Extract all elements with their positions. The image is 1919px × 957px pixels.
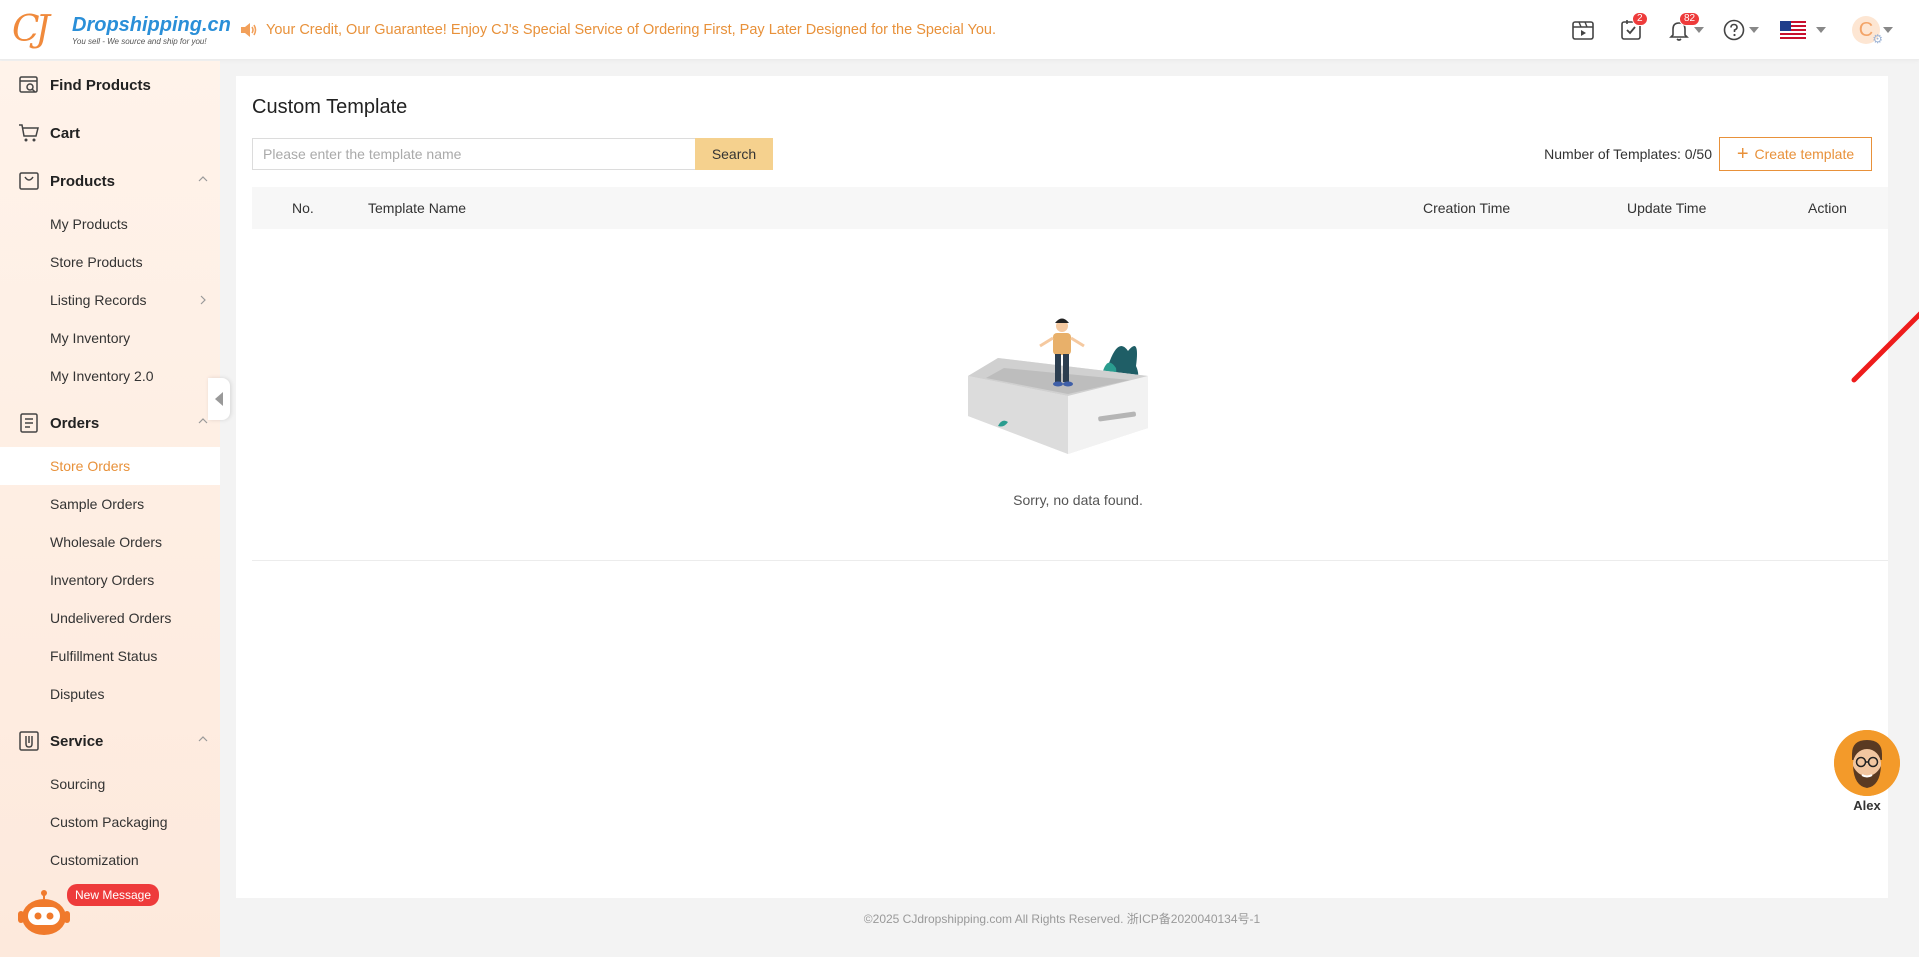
sidebar-group-products[interactable]: Products bbox=[0, 157, 220, 205]
sidebar-group-label: Find Products bbox=[50, 76, 151, 94]
logo-mark: CJ bbox=[12, 9, 50, 50]
sidebar-group-find-products[interactable]: Find Products bbox=[0, 61, 220, 109]
products-icon bbox=[19, 172, 39, 190]
sidebar-item-sample-orders[interactable]: Sample Orders bbox=[0, 485, 220, 523]
search-button[interactable]: Search bbox=[695, 138, 773, 170]
sidebar-item-disputes[interactable]: Disputes bbox=[0, 675, 220, 713]
chevron-down-icon bbox=[1694, 27, 1704, 33]
logo-slogan: You sell - We source and ship for you! bbox=[72, 37, 207, 46]
sidebar-group-label: Products bbox=[50, 172, 116, 190]
template-search-input[interactable] bbox=[252, 138, 695, 170]
announcement-text: Your Credit, Our Guarantee! Enjoy CJ's S… bbox=[266, 22, 997, 38]
sidebar-item-store-products[interactable]: Store Products bbox=[0, 243, 220, 281]
sidebar-group-label: Cart bbox=[50, 124, 81, 142]
new-message-badge[interactable]: New Message bbox=[67, 884, 160, 906]
tasks-button[interactable]: 2 bbox=[1619, 12, 1648, 44]
gear-icon: ⚙ bbox=[1872, 32, 1883, 46]
chevron-up-icon bbox=[198, 736, 208, 742]
page-title: Custom Template bbox=[252, 96, 408, 118]
language-selector[interactable] bbox=[1780, 16, 1826, 44]
help-button[interactable] bbox=[1722, 16, 1759, 44]
table-bottom-divider bbox=[252, 560, 1888, 561]
chevron-up-icon bbox=[198, 176, 208, 182]
avatar-initial: C bbox=[1858, 19, 1874, 41]
sidebar-group-cart[interactable]: Cart bbox=[0, 109, 220, 157]
create-template-button[interactable]: + Create template bbox=[1719, 137, 1872, 171]
user-menu[interactable]: C ⚙ bbox=[1852, 16, 1893, 46]
sidebar-group-service[interactable]: Service bbox=[0, 717, 220, 765]
assistant-name: Alex bbox=[1853, 798, 1881, 813]
sidebar-item-customization[interactable]: Customization bbox=[0, 841, 220, 879]
assistant-avatar bbox=[1834, 730, 1900, 796]
video-icon bbox=[1572, 21, 1594, 40]
service-icon bbox=[19, 731, 39, 751]
sidebar-item-inventory-orders[interactable]: Inventory Orders bbox=[0, 561, 220, 599]
cart-icon bbox=[19, 124, 39, 142]
sidebar-group-orders[interactable]: Orders bbox=[0, 399, 220, 447]
collapse-arrow-icon bbox=[215, 392, 223, 406]
sidebar-item-undelivered-orders[interactable]: Undelivered Orders bbox=[0, 599, 220, 637]
sidebar-group-label: Orders bbox=[50, 414, 100, 432]
cj-logo[interactable]: CJ Dropshipping.cn You sell - We source … bbox=[12, 9, 231, 52]
sidebar-item-fulfillment-status[interactable]: Fulfillment Status bbox=[0, 637, 220, 675]
table-header: No. Template Name Creation Time Update T… bbox=[252, 187, 1888, 229]
tasks-badge: 2 bbox=[1632, 12, 1648, 26]
sidebar-item-wholesale-orders[interactable]: Wholesale Orders bbox=[0, 523, 220, 561]
us-flag-icon bbox=[1780, 21, 1806, 39]
column-template-name: Template Name bbox=[368, 200, 467, 216]
notifications-button[interactable]: 82 bbox=[1667, 12, 1704, 44]
red-annotation-arrow-icon bbox=[1851, 311, 1919, 383]
sidebar-item-my-inventory-2[interactable]: My Inventory 2.0 bbox=[0, 357, 220, 395]
find-products-icon bbox=[19, 76, 38, 93]
chevron-right-icon bbox=[200, 295, 206, 305]
top-header: CJ Dropshipping.cn You sell - We source … bbox=[0, 0, 1919, 60]
sidebar-item-my-inventory[interactable]: My Inventory bbox=[0, 319, 220, 357]
create-template-label: Create template bbox=[1754, 146, 1855, 162]
orders-icon bbox=[20, 413, 38, 433]
sidebar-item-my-products[interactable]: My Products bbox=[0, 205, 220, 243]
notifications-badge: 82 bbox=[1679, 12, 1701, 26]
chevron-down-icon bbox=[1749, 27, 1759, 33]
sidebar-item-label: Listing Records bbox=[50, 292, 147, 308]
announcement-bar[interactable]: Your Credit, Our Guarantee! Enjoy CJ's S… bbox=[238, 20, 996, 40]
chat-assistant-alex[interactable]: Alex bbox=[1834, 730, 1900, 815]
chevron-down-icon bbox=[1816, 27, 1826, 33]
empty-box-illustration bbox=[968, 318, 1148, 454]
sidebar-item-custom-packaging[interactable]: Custom Packaging bbox=[0, 803, 220, 841]
avatar: C ⚙ bbox=[1852, 16, 1883, 46]
video-button[interactable] bbox=[1571, 16, 1595, 44]
footer-copyright: ©2025 CJdropshipping.com All Rights Rese… bbox=[863, 912, 1261, 926]
empty-state-text: Sorry, no data found. bbox=[1013, 492, 1143, 508]
chevron-up-icon bbox=[198, 418, 208, 424]
main-panel: Custom Template Search Number of Templat… bbox=[236, 76, 1919, 898]
help-icon bbox=[1723, 19, 1745, 41]
column-creation-time: Creation Time bbox=[1423, 200, 1511, 216]
logo-text: Dropshipping.cn bbox=[72, 14, 231, 36]
robot-assistant-icon[interactable] bbox=[14, 889, 74, 939]
column-action: Action bbox=[1808, 200, 1847, 216]
column-no: No. bbox=[292, 200, 314, 216]
sidebar: Find Products Cart Products My Products … bbox=[0, 61, 220, 957]
chevron-down-icon bbox=[1883, 27, 1893, 33]
column-update-time: Update Time bbox=[1627, 200, 1707, 216]
plus-icon: + bbox=[1736, 143, 1749, 165]
sidebar-item-store-orders[interactable]: Store Orders bbox=[0, 447, 220, 485]
sidebar-group-label: Service bbox=[50, 732, 104, 750]
sidebar-item-sourcing[interactable]: Sourcing bbox=[0, 765, 220, 803]
bearded-man-icon bbox=[1834, 730, 1900, 796]
sidebar-collapse-toggle[interactable] bbox=[208, 378, 230, 420]
sidebar-item-listing-records[interactable]: Listing Records bbox=[0, 281, 220, 319]
speaker-icon bbox=[241, 23, 257, 37]
template-count: Number of Templates: 0/50 bbox=[1544, 146, 1712, 162]
